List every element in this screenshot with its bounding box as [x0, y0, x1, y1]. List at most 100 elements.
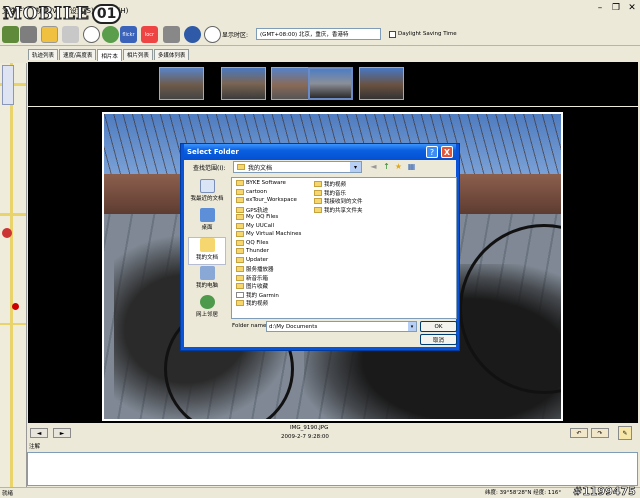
list-item[interactable]: 服务播放器	[236, 265, 274, 273]
list-item-label: 服务播放器	[246, 267, 274, 273]
clock-icon[interactable]	[83, 26, 100, 43]
folder-icon	[236, 248, 244, 254]
chevron-down-icon[interactable]: ▾	[408, 322, 416, 331]
thumbnail[interactable]	[221, 67, 266, 100]
list-item[interactable]: BYKE Software	[236, 180, 286, 186]
timezone-select[interactable]: (GMT+08:00) 北京，重庆，香港特	[256, 28, 382, 40]
track-point-icon[interactable]	[12, 303, 19, 310]
sync-icon[interactable]	[163, 26, 180, 43]
list-item[interactable]: 我的音乐	[314, 189, 346, 197]
thumbnail[interactable]	[159, 67, 204, 100]
close-window-icon[interactable]: ✕	[627, 3, 637, 13]
list-item[interactable]: My Virtual Machines	[236, 231, 301, 237]
locr-icon[interactable]: locr	[141, 26, 158, 43]
list-item[interactable]: Thunder	[236, 248, 269, 254]
globe-icon[interactable]	[102, 26, 119, 43]
timezone-group: 显示时区: (GMT+08:00) 北京，重庆，香港特 Daylight Sav…	[222, 28, 457, 40]
up-folder-icon[interactable]: ↑	[381, 161, 392, 172]
flickr-icon[interactable]: flickr	[120, 26, 137, 43]
photo-marker-icon[interactable]	[2, 228, 12, 238]
list-item[interactable]: QQ Files	[236, 239, 269, 246]
place-recent[interactable]: 我最近的文档	[188, 179, 226, 207]
dst-checkbox[interactable]	[389, 30, 397, 38]
folder-icon	[314, 206, 322, 213]
help-button[interactable]: ?	[426, 146, 438, 158]
list-item[interactable]: cartoon	[236, 188, 267, 195]
folder-list[interactable]: BYKE Software cartoon exTour_Workspace G…	[231, 177, 457, 319]
tab-photo-list[interactable]: 相片列表	[122, 49, 153, 60]
back-icon[interactable]: ◄	[368, 161, 379, 172]
restore-icon[interactable]: ❐	[611, 3, 621, 13]
map-zoom-control[interactable]	[2, 65, 14, 105]
folder-name-value: d:\My Documents	[269, 323, 318, 330]
place-my-computer[interactable]: 我的电脑	[188, 266, 226, 294]
list-item[interactable]: 我接收到的文件	[314, 197, 363, 205]
device-icon[interactable]	[20, 26, 37, 43]
list-item[interactable]: My UUCall	[236, 222, 275, 229]
list-item[interactable]: 我的视频	[236, 299, 268, 307]
minimize-icon[interactable]: –	[595, 3, 605, 13]
tab-track-list[interactable]: 轨迹列表	[28, 49, 59, 60]
tz-label: 显示时区:	[222, 31, 249, 39]
list-item-label: 我的 Garmin	[246, 292, 279, 299]
tab-photo-album[interactable]: 相片本	[97, 49, 122, 61]
list-item[interactable]: 我的共享文件夹	[314, 206, 363, 214]
folder-icon	[236, 214, 244, 220]
cancel-button[interactable]: 取消	[420, 334, 457, 345]
compass-icon[interactable]	[204, 26, 221, 43]
tab-bar: 轨迹列表 速度/高度表 相片本 相片列表 多媒体列表	[28, 49, 190, 61]
list-item-label: 我的视频	[246, 301, 269, 307]
place-network[interactable]: 网上邻居	[188, 295, 226, 323]
list-item-label: 新音乐箱	[246, 275, 269, 282]
list-item[interactable]: Updater	[236, 256, 268, 263]
view-menu-icon[interactable]: ▦	[406, 161, 417, 172]
list-item[interactable]: 新音乐箱	[236, 274, 268, 282]
notes-textarea[interactable]	[27, 452, 638, 486]
list-item[interactable]: My QQ Files	[236, 214, 278, 220]
camera-icon[interactable]	[62, 26, 79, 43]
coordinates-readout: 纬度: 39°58'28"N 经度: 116°	[485, 490, 562, 496]
tab-speed-altitude[interactable]: 速度/高度表	[59, 49, 97, 60]
list-item[interactable]: exTour_Workspace	[236, 197, 297, 203]
folder-icon	[314, 189, 322, 196]
photo-icon[interactable]	[41, 26, 58, 43]
chevron-down-icon[interactable]: ▾	[350, 162, 361, 172]
list-item-label: My UUCall	[246, 222, 275, 229]
list-item-label: QQ Files	[246, 239, 269, 246]
watermark-suffix: 01	[91, 4, 122, 24]
ok-button[interactable]: OK	[420, 321, 457, 332]
place-desktop[interactable]: 桌面	[188, 208, 226, 236]
next-photo-icon[interactable]: ►	[53, 428, 71, 438]
look-in-select[interactable]: 我的文档 ▾	[233, 161, 362, 173]
folder-icon	[236, 266, 244, 272]
thumbnail[interactable]	[359, 67, 404, 100]
place-my-documents[interactable]: 我的文档	[188, 237, 226, 265]
look-in-label: 查找范围(I):	[193, 165, 226, 172]
open-gps-icon[interactable]	[2, 26, 19, 43]
rotate-left-icon[interactable]: ↶	[570, 428, 588, 438]
list-item[interactable]: GPS轨迹	[236, 206, 268, 214]
dialog-title: Select Folder	[184, 144, 456, 160]
place-label: 我的文档	[195, 255, 218, 261]
network-icon	[199, 295, 215, 309]
notes-edit-icon[interactable]: ✎	[618, 426, 632, 440]
folder-icon	[236, 180, 244, 186]
recent-docs-icon	[199, 179, 215, 193]
list-item[interactable]: 我的视频	[314, 180, 346, 188]
new-folder-icon[interactable]: ★	[393, 161, 404, 172]
earth-icon[interactable]	[184, 26, 201, 43]
prev-photo-icon[interactable]: ◄	[30, 428, 48, 438]
list-item[interactable]: 图片收藏	[236, 282, 268, 290]
list-item-label: 我的视频	[324, 182, 347, 188]
rotate-right-icon[interactable]: ↷	[591, 428, 609, 438]
folder-name-input[interactable]: d:\My Documents ▾	[266, 321, 417, 332]
tab-media-list[interactable]: 多媒体列表	[153, 49, 190, 60]
desktop-icon	[199, 208, 215, 222]
dst-checkbox-wrap[interactable]: Daylight Saving Time	[389, 30, 457, 38]
close-button[interactable]: X	[441, 146, 453, 158]
thumbnail-selected[interactable]	[308, 67, 353, 100]
photo-filename: IMG_9190.JPG	[290, 425, 329, 431]
map-panel[interactable]	[0, 63, 27, 488]
list-item-label: BYKE Software	[246, 180, 286, 186]
list-item[interactable]: 我的 Garmin	[236, 291, 279, 299]
